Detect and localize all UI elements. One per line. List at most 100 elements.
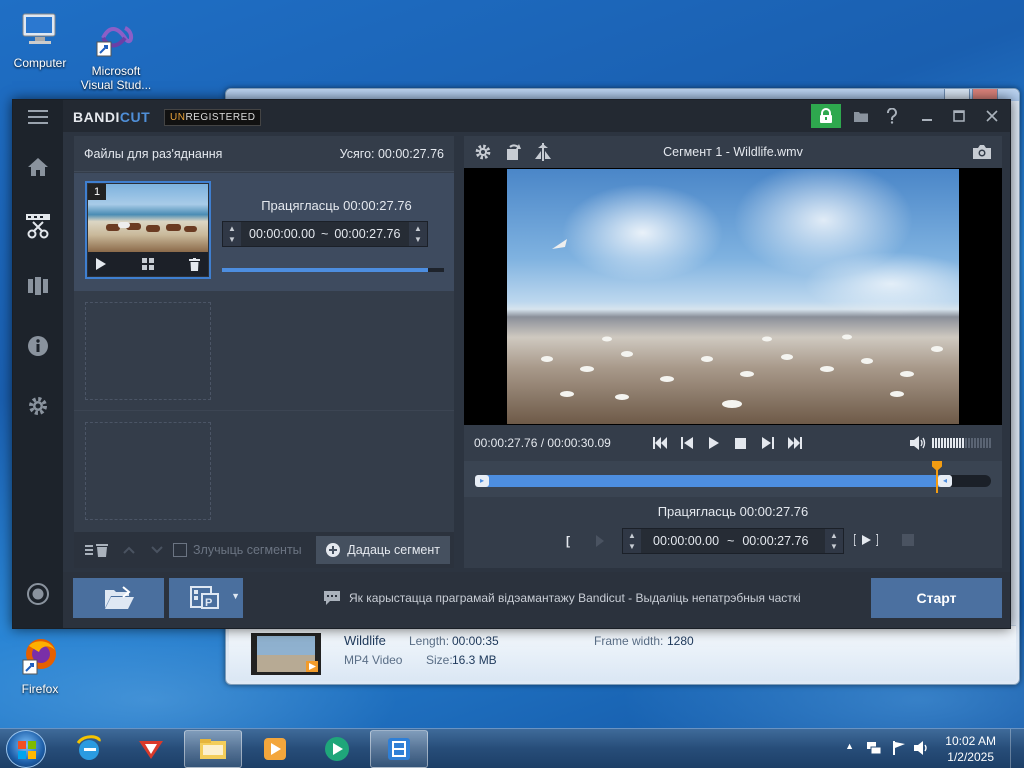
taskbar-bandicut[interactable] bbox=[370, 730, 428, 768]
rotate-icon[interactable] bbox=[504, 143, 522, 161]
end-time-value[interactable]: 00:00:27.76 bbox=[742, 534, 808, 548]
playback-position: 00:00:27.76 / 00:00:30.09 bbox=[474, 436, 611, 450]
help-button[interactable] bbox=[877, 104, 907, 128]
desktop-icon-computer[interactable]: Computer bbox=[0, 10, 80, 70]
menu-button[interactable] bbox=[23, 102, 53, 132]
length-value: 00:00:35 bbox=[452, 634, 499, 648]
move-down-icon[interactable] bbox=[151, 546, 163, 554]
merge-segments-checkbox[interactable]: Злучыць сегменты bbox=[173, 543, 302, 558]
volume-level-bar bbox=[968, 438, 970, 448]
flag-icon[interactable] bbox=[892, 741, 906, 755]
register-button[interactable] bbox=[811, 104, 841, 128]
segment-progress-bar bbox=[222, 268, 444, 272]
start-time-value[interactable]: 00:00:00.00 bbox=[249, 227, 315, 241]
camera-icon[interactable] bbox=[972, 144, 992, 160]
skip-to-start-icon[interactable] bbox=[652, 437, 667, 449]
help-tip[interactable]: Як карыстацца праграмай відэамантажу Ban… bbox=[323, 590, 801, 606]
volume-level-bar bbox=[932, 438, 934, 448]
taskbar: ▲ 10:02 AM 1/2/2025 bbox=[0, 728, 1024, 768]
play-icon[interactable] bbox=[96, 258, 106, 270]
play-icon[interactable] bbox=[708, 437, 719, 449]
flip-icon[interactable] bbox=[534, 143, 552, 161]
show-hidden-icons-button[interactable]: ▲ bbox=[845, 741, 854, 751]
show-desktop-button[interactable] bbox=[1010, 729, 1024, 768]
folder-icon bbox=[854, 111, 868, 122]
merge-segments-label: Злучыць сегменты bbox=[193, 542, 302, 557]
remove-all-icon[interactable] bbox=[85, 543, 109, 557]
taskbar-explorer[interactable] bbox=[184, 730, 242, 768]
add-segment-button[interactable]: Дадаць сегмент bbox=[316, 536, 450, 564]
start-menu-button[interactable] bbox=[6, 730, 46, 768]
record-button[interactable] bbox=[23, 579, 53, 609]
volume-level-bar bbox=[980, 438, 982, 448]
sidebar-item-merge[interactable] bbox=[23, 271, 53, 301]
taskbar-app-green[interactable] bbox=[308, 730, 366, 768]
segment-time-range[interactable]: ▲ ▼ 00:00:00.00 ~ 00:00:27.76 ▲ ▼ bbox=[222, 221, 428, 247]
volume-slider[interactable] bbox=[932, 438, 992, 448]
sidebar-item-cut[interactable] bbox=[23, 211, 53, 241]
end-time-stepper[interactable]: ▲ ▼ bbox=[409, 222, 427, 246]
end-time-stepper[interactable]: ▲ ▼ bbox=[825, 529, 843, 553]
segment-row[interactable]: 1 Працягласць 00:00:27.76 ▲ ▼ 00:00:00.00… bbox=[74, 173, 454, 291]
previous-frame-icon[interactable] bbox=[680, 437, 693, 449]
taskbar-app-red[interactable] bbox=[122, 730, 180, 768]
sidebar-item-settings[interactable] bbox=[23, 391, 53, 421]
stop-icon[interactable] bbox=[734, 437, 746, 449]
system-clock[interactable]: 10:02 AM 1/2/2025 bbox=[945, 733, 996, 765]
sidebar-item-info[interactable] bbox=[23, 331, 53, 361]
volume-level-bar bbox=[938, 438, 940, 448]
speaker-icon[interactable] bbox=[914, 741, 930, 755]
selection-duration: Працягласць 00:00:27.76 bbox=[657, 504, 809, 519]
trash-icon[interactable] bbox=[189, 257, 200, 271]
end-time-value[interactable]: 00:00:27.76 bbox=[334, 227, 400, 241]
network-icon[interactable] bbox=[866, 741, 882, 755]
close-button[interactable] bbox=[977, 104, 1007, 128]
details-pane: Wildlife MP4 Video Length: 00:00:35 Size… bbox=[229, 625, 1016, 681]
taskbar-media-player[interactable] bbox=[246, 730, 304, 768]
mark-start-icon[interactable] bbox=[596, 535, 604, 547]
next-frame-icon[interactable] bbox=[761, 437, 774, 449]
start-time-value[interactable]: 00:00:00.00 bbox=[653, 534, 719, 548]
volume-level-bar bbox=[950, 438, 952, 448]
skip-to-end-icon[interactable] bbox=[787, 437, 802, 449]
desktop-icon-firefox[interactable]: Firefox bbox=[0, 636, 80, 696]
video-preview[interactable] bbox=[464, 168, 1002, 425]
checkbox-box[interactable] bbox=[173, 543, 187, 558]
bandicut-window[interactable]: BANDICUT UNREGISTERED Файлы для раз'ядна… bbox=[12, 99, 1011, 629]
output-format-button[interactable]: P ▼ bbox=[169, 578, 243, 618]
set-end-icon[interactable] bbox=[902, 534, 914, 546]
minimize-icon bbox=[922, 119, 932, 121]
taskbar-internet-explorer[interactable] bbox=[60, 730, 118, 768]
desktop-icon-visual-studio[interactable]: Microsoft Visual Stud... bbox=[76, 18, 156, 92]
start-time-stepper[interactable]: ▲ ▼ bbox=[223, 222, 241, 246]
segment-thumbnail[interactable]: 1 bbox=[85, 181, 211, 279]
minimize-button[interactable] bbox=[912, 104, 942, 128]
play-selection-icon[interactable] bbox=[854, 534, 878, 546]
segment-toolbar bbox=[88, 252, 208, 276]
internet-explorer-icon bbox=[76, 735, 101, 760]
maximize-button[interactable] bbox=[944, 104, 974, 128]
start-handle[interactable]: ▸ bbox=[475, 475, 489, 487]
gear-icon[interactable] bbox=[474, 143, 492, 161]
start-button[interactable]: Старт bbox=[871, 578, 1002, 618]
info-icon bbox=[28, 336, 48, 356]
thumbnail-grid-icon[interactable] bbox=[141, 258, 154, 270]
move-up-icon[interactable] bbox=[123, 546, 135, 554]
volume-level-bar bbox=[944, 438, 946, 448]
set-start-bracket-icon[interactable]: [ bbox=[566, 534, 570, 548]
timeline[interactable]: ▸ ◂ bbox=[464, 461, 1002, 497]
volume-icon[interactable] bbox=[910, 436, 926, 450]
selection-time-range[interactable]: ▲ ▼ 00:00:00.00 ~ 00:00:27.76 ▲ ▼ bbox=[622, 528, 844, 554]
clock-date: 1/2/2025 bbox=[947, 750, 994, 764]
end-handle[interactable]: ◂ bbox=[938, 475, 952, 487]
visual-studio-icon bbox=[96, 26, 133, 57]
open-file-button[interactable] bbox=[73, 578, 164, 618]
dropdown-arrow-icon[interactable]: ▼ bbox=[231, 591, 240, 601]
up-arrow-icon: ▲ bbox=[628, 531, 636, 540]
app-logo: BANDICUT bbox=[73, 109, 151, 125]
volume-level-bar bbox=[935, 438, 937, 448]
home-icon bbox=[28, 158, 48, 176]
sidebar-item-home[interactable] bbox=[23, 152, 53, 182]
start-time-stepper[interactable]: ▲ ▼ bbox=[623, 529, 641, 553]
open-folder-button[interactable] bbox=[846, 104, 876, 128]
